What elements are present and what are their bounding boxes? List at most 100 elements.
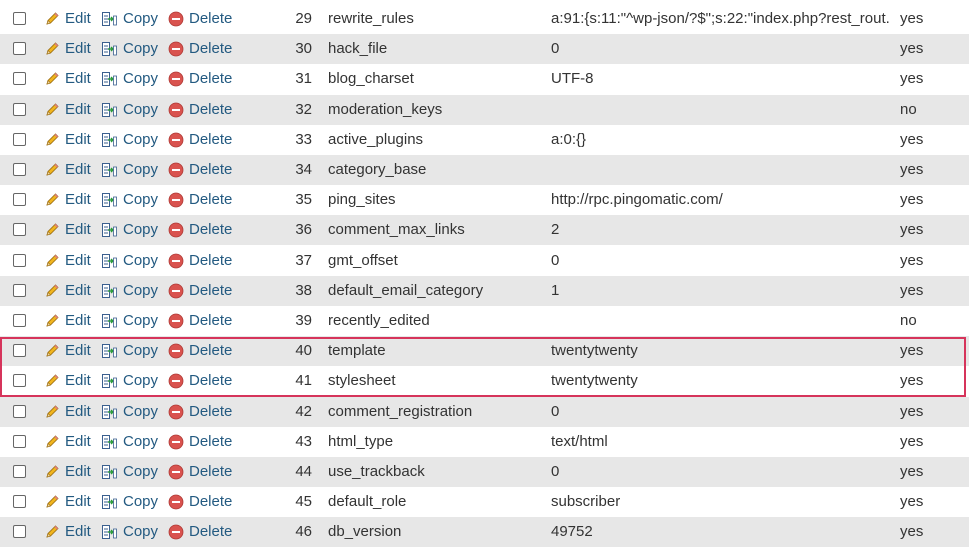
delete-button[interactable]: Delete [168, 4, 238, 34]
delete-button[interactable]: Delete [168, 34, 238, 64]
delete-button[interactable]: Delete [168, 427, 238, 457]
edit-button[interactable]: Edit [44, 306, 96, 336]
copy-button[interactable]: Copy [101, 487, 161, 517]
edit-button[interactable]: Edit [44, 457, 96, 487]
edit-button[interactable]: Edit [44, 4, 96, 34]
row-checkbox[interactable] [13, 132, 26, 146]
edit-button[interactable]: Edit [44, 246, 96, 276]
option-name: template [328, 342, 386, 360]
copy-button[interactable]: Copy [101, 397, 161, 427]
delete-label: Delete [189, 402, 233, 420]
copy-label: Copy [123, 523, 159, 541]
delete-circle-icon [168, 524, 184, 540]
row-checkbox[interactable] [13, 404, 26, 418]
delete-button[interactable]: Delete [168, 276, 238, 306]
row-checkbox[interactable] [13, 72, 26, 86]
copy-button[interactable]: Copy [101, 125, 161, 155]
row-checkbox[interactable] [13, 283, 26, 297]
delete-button[interactable]: Delete [168, 487, 238, 517]
copy-icon [102, 12, 117, 26]
option-autoload: yes [900, 70, 924, 88]
copy-button[interactable]: Copy [101, 34, 161, 64]
copy-icon [102, 193, 117, 208]
option-value: a:91:{s:11:"^wp-json/?$";s:22:"index.php… [551, 10, 891, 27]
row-checkbox[interactable] [13, 465, 26, 478]
option-id: 37 [295, 251, 312, 269]
row-checkbox[interactable] [13, 495, 26, 509]
copy-button[interactable]: Copy [101, 4, 161, 34]
copy-button[interactable]: Copy [101, 155, 161, 185]
copy-button[interactable]: Copy [101, 306, 161, 336]
edit-button[interactable]: Edit [44, 336, 96, 366]
pencil-icon [46, 405, 59, 418]
copy-icon [102, 434, 117, 449]
row-checkbox[interactable] [13, 193, 26, 207]
edit-button[interactable]: Edit [44, 34, 96, 64]
copy-button[interactable]: Copy [101, 185, 161, 215]
option-value: UTF-8 [551, 70, 594, 88]
delete-button[interactable]: Delete [168, 336, 238, 366]
copy-button[interactable]: Copy [101, 64, 161, 94]
copy-button[interactable]: Copy [101, 366, 161, 396]
table-row: Edit Copy Delete 42 comment_registration… [0, 396, 969, 427]
copy-label: Copy [123, 281, 159, 299]
edit-button[interactable]: Edit [44, 427, 96, 457]
delete-button[interactable]: Delete [168, 64, 238, 94]
row-checkbox[interactable] [13, 253, 26, 267]
row-checkbox[interactable] [13, 344, 26, 358]
row-checkbox[interactable] [13, 434, 26, 448]
edit-button[interactable]: Edit [44, 397, 96, 427]
pencil-icon [46, 525, 59, 538]
edit-button[interactable]: Edit [44, 366, 96, 396]
option-autoload: yes [900, 40, 924, 58]
option-autoload: yes [900, 130, 924, 148]
delete-button[interactable]: Delete [168, 185, 238, 215]
edit-button[interactable]: Edit [44, 517, 96, 547]
row-checkbox[interactable] [13, 223, 26, 237]
copy-button[interactable]: Copy [101, 336, 161, 366]
delete-button[interactable]: Delete [168, 125, 238, 155]
delete-button[interactable]: Delete [168, 517, 238, 547]
row-checkbox[interactable] [13, 12, 26, 25]
option-id: 36 [295, 221, 312, 239]
delete-button[interactable]: Delete [168, 366, 238, 396]
row-checkbox[interactable] [13, 374, 26, 388]
option-id: 31 [295, 70, 312, 88]
edit-button[interactable]: Edit [44, 125, 96, 155]
delete-button[interactable]: Delete [168, 397, 238, 427]
delete-circle-icon [168, 434, 184, 450]
copy-icon [102, 163, 117, 177]
row-checkbox[interactable] [13, 102, 26, 116]
row-checkbox[interactable] [13, 42, 26, 56]
pencil-icon [46, 495, 59, 508]
delete-button[interactable]: Delete [168, 215, 238, 245]
edit-button[interactable]: Edit [44, 487, 96, 517]
copy-button[interactable]: Copy [101, 427, 161, 457]
delete-circle-icon [168, 313, 184, 329]
row-checkbox[interactable] [13, 525, 26, 539]
copy-button[interactable]: Copy [101, 246, 161, 276]
delete-button[interactable]: Delete [168, 246, 238, 276]
edit-button[interactable]: Edit [44, 95, 96, 125]
copy-button[interactable]: Copy [101, 457, 161, 487]
copy-label: Copy [123, 10, 159, 27]
copy-button[interactable]: Copy [101, 215, 161, 245]
edit-button[interactable]: Edit [44, 276, 96, 306]
copy-button[interactable]: Copy [101, 95, 161, 125]
option-name: ping_sites [328, 191, 396, 209]
option-id: 29 [295, 10, 312, 27]
edit-button[interactable]: Edit [44, 185, 96, 215]
delete-button[interactable]: Delete [168, 306, 238, 336]
delete-button[interactable]: Delete [168, 457, 238, 487]
copy-button[interactable]: Copy [101, 517, 161, 547]
edit-button[interactable]: Edit [44, 215, 96, 245]
delete-button[interactable]: Delete [168, 155, 238, 185]
edit-button[interactable]: Edit [44, 64, 96, 94]
delete-button[interactable]: Delete [168, 95, 238, 125]
row-checkbox[interactable] [13, 314, 26, 327]
copy-label: Copy [123, 402, 159, 420]
option-id: 44 [295, 463, 312, 480]
row-checkbox[interactable] [13, 163, 26, 176]
edit-button[interactable]: Edit [44, 155, 96, 185]
copy-button[interactable]: Copy [101, 276, 161, 306]
